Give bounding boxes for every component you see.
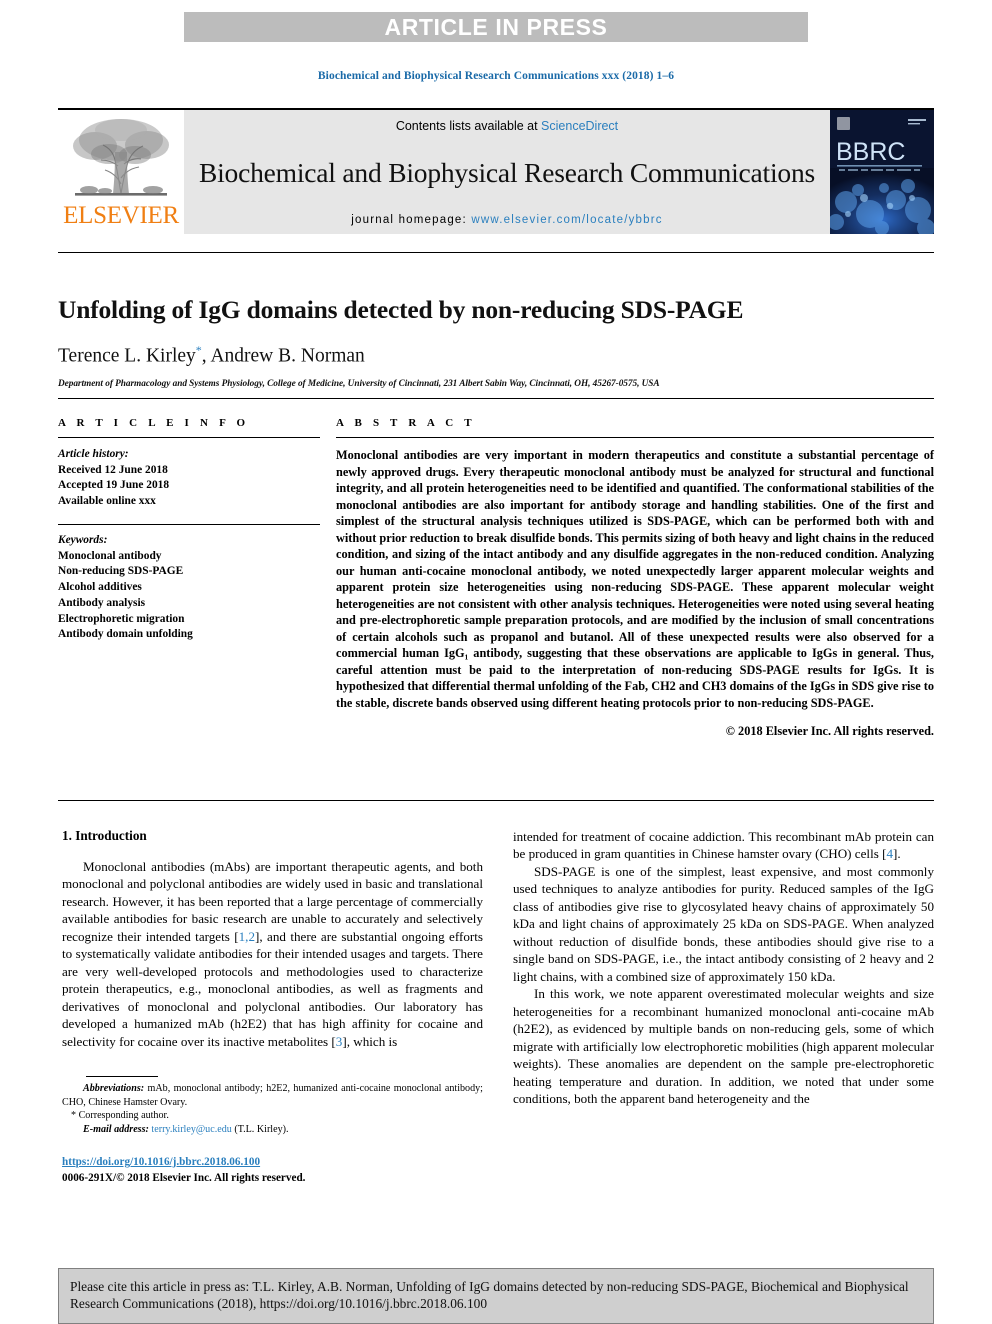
- elsevier-logo: ELSEVIER: [58, 110, 184, 234]
- body-columns: 1. Introduction Monoclonal antibodies (m…: [62, 828, 934, 1187]
- abstract-text: Monoclonal antibodies are very important…: [336, 448, 934, 710]
- keywords-block: Keywords: Monoclonal antibody Non-reduci…: [58, 523, 320, 643]
- journal-homepage-line: journal homepage: www.elsevier.com/locat…: [351, 214, 662, 226]
- article-info-divider: [58, 437, 320, 438]
- history-received: Received 12 June 2018: [58, 463, 168, 476]
- elsevier-wordmark: ELSEVIER: [63, 202, 179, 229]
- cite-this-article-box: Please cite this article in press as: T.…: [58, 1268, 934, 1324]
- history-available-online: Available online xxx: [58, 495, 156, 508]
- keywords-label: Keywords:: [58, 533, 108, 546]
- intro-paragraph-right-continued: intended for treatment of cocaine addict…: [513, 828, 934, 863]
- abstract-divider: [336, 437, 934, 438]
- footnote-email: E-mail address: terry.kirley@uc.edu (T.L…: [62, 1123, 483, 1137]
- journal-cover-thumbnail: BBRC: [830, 110, 934, 234]
- author-secondary: , Andrew B. Norman: [201, 345, 365, 367]
- article-in-press-banner: ARTICLE IN PRESS: [184, 12, 808, 42]
- intro-paragraph-this-work: In this work, we note apparent overestim…: [513, 986, 934, 1107]
- journal-band: Contents lists available at ScienceDirec…: [184, 110, 830, 234]
- intro-paragraph-left: Monoclonal antibodies (mAbs) are importa…: [62, 858, 483, 1050]
- keywords-divider: [58, 523, 320, 525]
- footnote-corresponding-author: * Corresponding author.: [62, 1109, 483, 1123]
- keyword-item: Electrophoretic migration: [58, 612, 185, 625]
- keyword-item: Non-reducing SDS-PAGE: [58, 565, 184, 578]
- abstract-copyright: © 2018 Elsevier Inc. All rights reserved…: [725, 723, 934, 738]
- homepage-prefix: journal homepage:: [351, 214, 472, 226]
- keyword-item: Antibody domain unfolding: [58, 628, 193, 641]
- issn-copyright-line: 0006-291X/© 2018 Elsevier Inc. All right…: [62, 1172, 306, 1185]
- keyword-item: Monoclonal antibody: [58, 549, 162, 562]
- left-column: 1. Introduction Monoclonal antibodies (m…: [62, 828, 483, 1187]
- article-page: ARTICLE IN PRESS Biochemical and Biophys…: [0, 0, 992, 1324]
- abstract-heading: A B S T R A C T: [336, 417, 476, 429]
- intro-paragraph-sds-page: SDS-PAGE is one of the simplest, least e…: [513, 863, 934, 984]
- article-title: Unfolding of IgG domains detected by non…: [58, 295, 744, 324]
- doi-block: https://doi.org/10.1016/j.bbrc.2018.06.1…: [62, 1154, 483, 1186]
- email-suffix: (T.L. Kirley).: [231, 1123, 289, 1135]
- history-accepted: Accepted 19 June 2018: [58, 479, 170, 492]
- svg-text:BBRC: BBRC: [836, 138, 905, 166]
- journal-masthead: ELSEVIER Contents lists available at Sci…: [58, 108, 934, 234]
- journal-homepage-link[interactable]: www.elsevier.com/locate/ybbrc: [471, 214, 662, 226]
- keyword-item: Antibody analysis: [58, 596, 146, 609]
- abstract-column: A B S T R A C T Monoclonal antibodies ar…: [320, 417, 934, 739]
- sciencedirect-link[interactable]: ScienceDirect: [541, 119, 618, 133]
- author-primary: Terence L. Kirley: [58, 345, 196, 367]
- keyword-item: Alcohol additives: [58, 581, 142, 594]
- footnote-abbreviations: Abbreviations: mAb, monoclonal antibody;…: [62, 1082, 483, 1109]
- footnote-divider: [86, 1076, 158, 1078]
- article-info-heading: A R T I C L E I N F O: [58, 417, 250, 429]
- bbrc-cover-art: BBRC: [830, 110, 934, 234]
- running-head: Biochemical and Biophysical Research Com…: [317, 70, 675, 82]
- contents-line: Contents lists available at ScienceDirec…: [396, 119, 618, 133]
- author-list: Terence L. Kirley*, Andrew B. Norman: [58, 343, 934, 368]
- contents-prefix: Contents lists available at: [395, 119, 542, 133]
- citation-ref-1-2[interactable]: 1,2: [239, 929, 255, 944]
- right-text-b: ].: [892, 846, 901, 862]
- email-link[interactable]: terry.kirley@uc.edu: [151, 1124, 231, 1135]
- article-in-press-label: ARTICLE IN PRESS: [384, 13, 608, 40]
- intro-text-b: ], and there are substantial ongoing eff…: [62, 928, 483, 1049]
- article-history-label: Article history:: [58, 448, 129, 460]
- right-column: intended for treatment of cocaine addict…: [513, 828, 934, 1187]
- abstract-bottom-rule: [58, 800, 934, 801]
- intro-text-c: ], which is: [342, 1033, 398, 1049]
- section-heading-introduction: 1. Introduction: [62, 828, 147, 843]
- doi-link[interactable]: https://doi.org/10.1016/j.bbrc.2018.06.1…: [62, 1154, 483, 1170]
- info-abstract-region: A R T I C L E I N F O Article history: R…: [58, 398, 934, 739]
- elsevier-tree-icon: [73, 119, 169, 196]
- journal-title: Biochemical and Biophysical Research Com…: [198, 157, 816, 189]
- title-rule: [58, 252, 934, 253]
- article-info-column: A R T I C L E I N F O Article history: R…: [58, 417, 320, 739]
- email-label: E-mail address:: [83, 1123, 149, 1135]
- affiliation: Department of Pharmacology and Systems P…: [58, 379, 660, 390]
- cite-this-article-text: Please cite this article in press as: T.…: [70, 1279, 909, 1312]
- abbreviations-label: Abbreviations:: [83, 1083, 145, 1095]
- corresponding-author-text: Corresponding author.: [76, 1110, 169, 1122]
- title-block: Unfolding of IgG domains detected by non…: [58, 252, 934, 389]
- right-text-a: intended for treatment of cocaine addict…: [513, 829, 934, 862]
